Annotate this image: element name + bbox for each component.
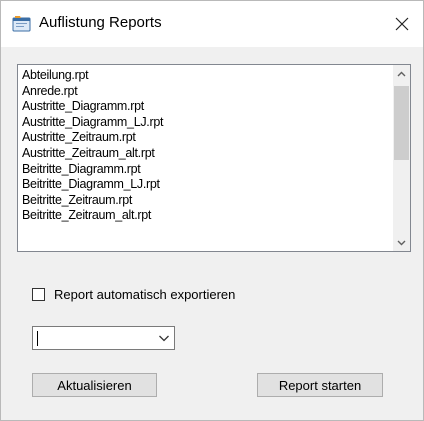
chevron-down-icon[interactable] [158, 333, 170, 343]
report-list-items: Abteilung.rpt Anrede.rpt Austritte_Diagram… [22, 68, 392, 224]
scroll-thumb[interactable] [394, 86, 409, 160]
auto-export-option[interactable]: Report automatisch exportieren [32, 286, 235, 302]
list-item[interactable]: Austritte_Zeitraum.rpt [22, 130, 392, 146]
refresh-button[interactable]: Aktualisieren [32, 373, 157, 397]
report-dialog: Auflistung Reports Abteilung.rpt Anrede.r… [0, 0, 424, 421]
scroll-up-button[interactable] [393, 65, 410, 82]
close-button[interactable] [385, 7, 419, 41]
title-bar: Auflistung Reports [1, 1, 423, 47]
chevron-up-icon[interactable] [397, 71, 406, 77]
report-listbox[interactable]: Abteilung.rpt Anrede.rpt Austritte_Diagram… [17, 64, 411, 252]
list-item[interactable]: Anrede.rpt [22, 84, 392, 100]
chevron-down-icon[interactable] [397, 240, 406, 246]
export-format-value[interactable] [37, 330, 137, 346]
report-window-icon [12, 15, 31, 32]
list-item[interactable]: Austritte_Diagramm_LJ.rpt [22, 115, 392, 131]
vertical-scrollbar[interactable] [393, 65, 410, 251]
list-item[interactable]: Austritte_Diagramm.rpt [22, 99, 392, 115]
list-item[interactable]: Beitritte_Zeitraum_alt.rpt [22, 208, 392, 224]
auto-export-label[interactable]: Report automatisch exportieren [54, 287, 235, 302]
list-item[interactable]: Austritte_Zeitraum_alt.rpt [22, 146, 392, 162]
list-item[interactable]: Beitritte_Diagramm.rpt [22, 162, 392, 178]
start-report-button[interactable]: Report starten [257, 373, 383, 397]
export-format-dropdown[interactable] [32, 326, 175, 350]
window-title: Auflistung Reports [39, 14, 162, 31]
list-item[interactable]: Beitritte_Zeitraum.rpt [22, 193, 392, 209]
list-item[interactable]: Beitritte_Diagramm_LJ.rpt [22, 177, 392, 193]
list-item[interactable]: Abteilung.rpt [22, 68, 392, 84]
scroll-down-button[interactable] [393, 234, 410, 251]
close-icon[interactable] [395, 17, 409, 31]
auto-export-checkbox[interactable] [32, 287, 45, 301]
